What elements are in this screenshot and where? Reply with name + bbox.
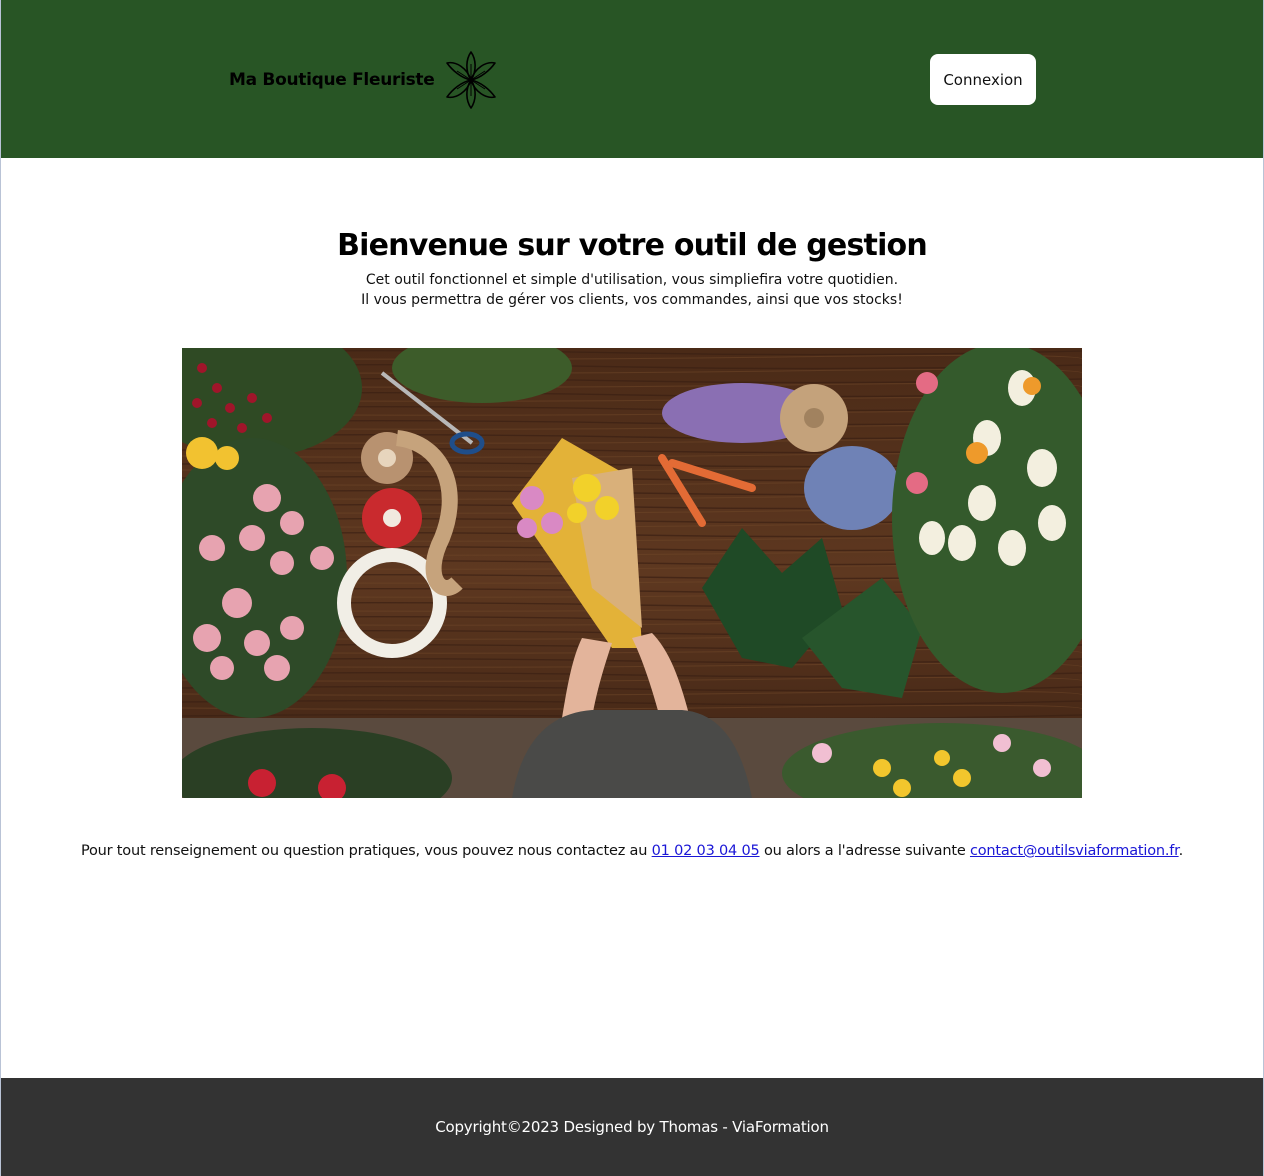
email-link[interactable]: contact@outilsviaformation.fr <box>970 843 1179 859</box>
site-footer: Copyright©2023 Designed by Thomas - ViaF… <box>1 1078 1263 1176</box>
brand[interactable]: Ma Boutique Fleuriste <box>229 50 498 110</box>
contact-text-middle: ou alors a l'adresse suivante <box>759 843 970 859</box>
flower-outline-icon <box>446 51 497 109</box>
intro-text: Cet outil fonctionnel et simple d'utilis… <box>1 270 1263 310</box>
hero-image <box>182 348 1082 798</box>
contact-text-start: Pour tout renseignement ou question prat… <box>80 843 652 859</box>
intro-line: Il vous permettra de gérer vos clients, … <box>361 292 903 308</box>
phone-link[interactable]: 01 02 03 04 05 <box>652 843 760 859</box>
page-title: Bienvenue sur votre outil de gestion <box>337 228 928 263</box>
intro-line: Cet outil fonctionnel et simple d'utilis… <box>365 272 899 288</box>
contact-text: Pour tout renseignement ou question prat… <box>1 843 1263 859</box>
brand-name: Ma Boutique Fleuriste <box>229 70 435 90</box>
contact-text-end: . <box>1178 843 1184 859</box>
site-header: Ma Boutique Fleuriste Connexion <box>1 0 1263 158</box>
login-button[interactable]: Connexion <box>930 54 1036 105</box>
copyright-text: Copyright©2023 Designed by Thomas - ViaF… <box>435 1118 829 1136</box>
